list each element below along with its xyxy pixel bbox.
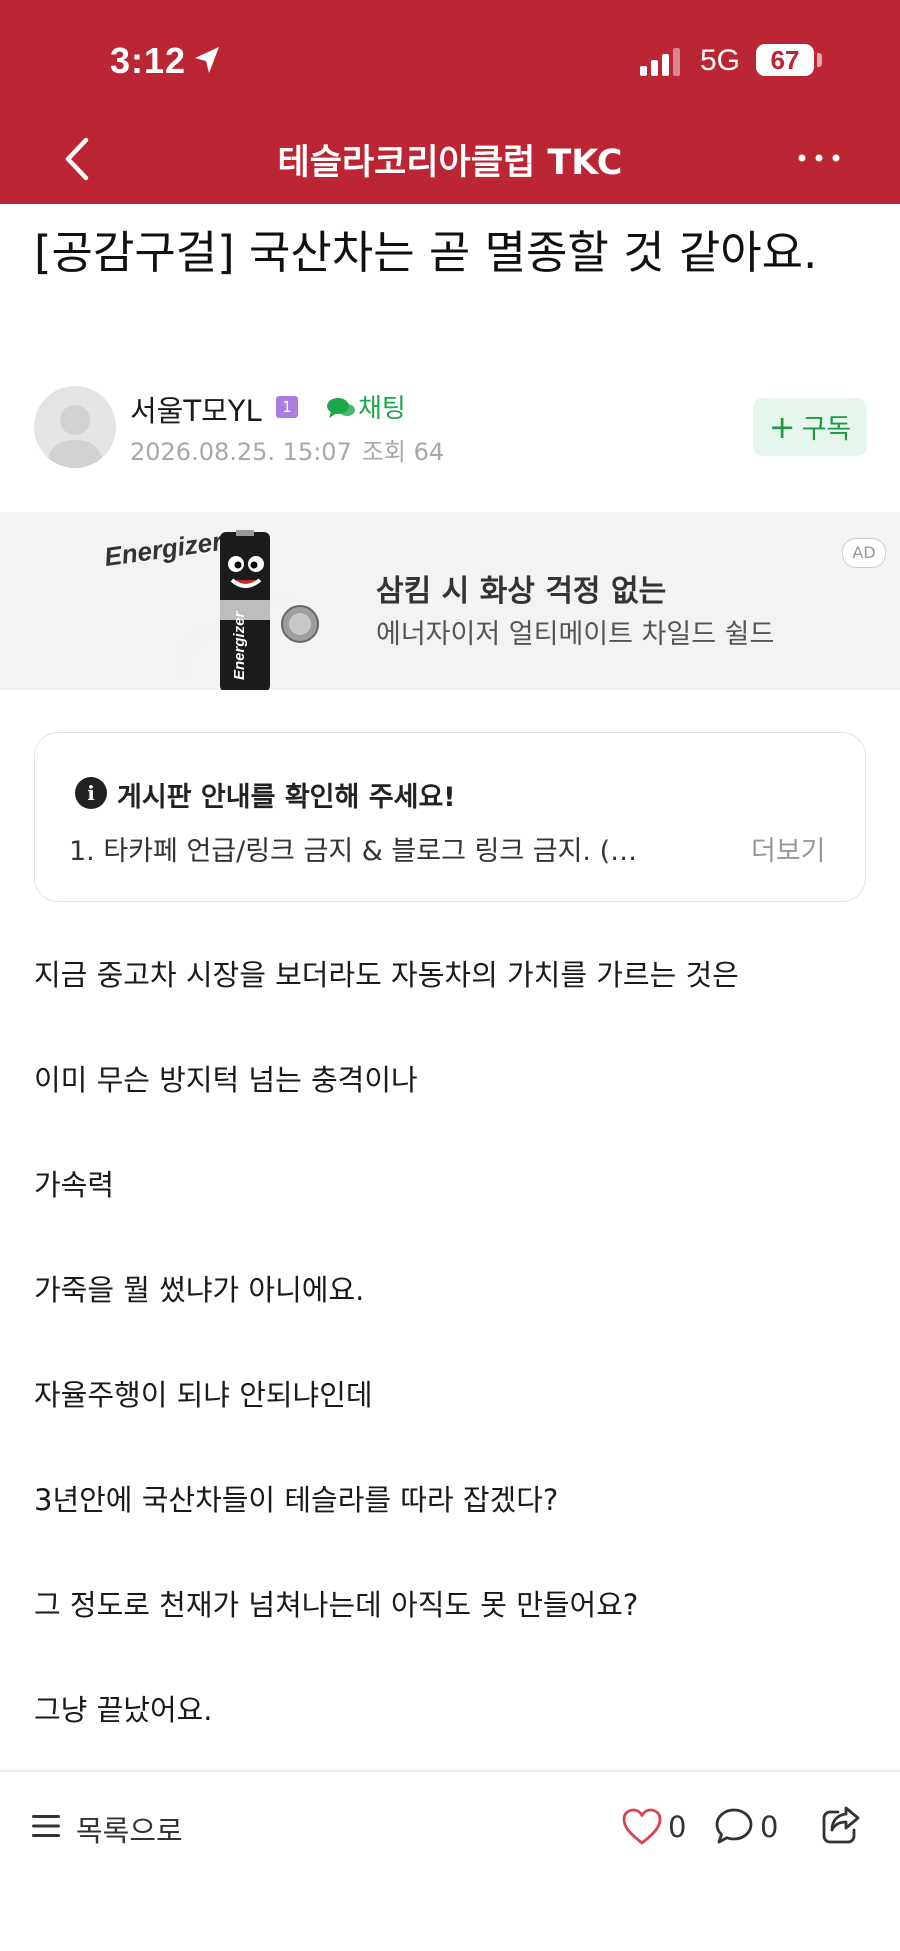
body-paragraph: 그 정도로 천재가 넘쳐나는데 아직도 못 만들어요? bbox=[34, 1588, 639, 1622]
avatar[interactable] bbox=[34, 386, 116, 468]
share-icon[interactable] bbox=[820, 1804, 862, 1846]
back-to-list-button[interactable]: 목록으로 bbox=[76, 1808, 183, 1850]
battery-cap bbox=[817, 53, 822, 67]
view-count: 조회 64 bbox=[361, 438, 445, 466]
notice-more-link[interactable]: 더보기 bbox=[751, 829, 826, 868]
info-icon: i bbox=[75, 777, 107, 809]
chat-label: 채팅 bbox=[358, 394, 406, 424]
post-meta: 2026.08.25. 15:07 조회 64 bbox=[130, 432, 444, 467]
chat-bubble-icon bbox=[327, 398, 355, 418]
body-paragraph: 가죽을 뭘 썼냐가 아니에요. bbox=[34, 1273, 365, 1307]
body-paragraph: 가속력 bbox=[34, 1168, 115, 1202]
battery-mascot-image: Energizer bbox=[176, 530, 319, 690]
subscribe-label: 구독 bbox=[801, 414, 852, 445]
default-avatar-icon bbox=[46, 405, 104, 468]
body-paragraph: 그냥 끝났어요. bbox=[34, 1693, 213, 1727]
subscribe-button[interactable]: + 구독 bbox=[753, 398, 867, 456]
battery-icon: 67 bbox=[756, 44, 814, 76]
notice-title: 게시판 안내를 확인해 주세요! bbox=[117, 782, 456, 813]
notice-text: 1. 타카페 언급/링크 금지 & 블로그 링크 금지. (무통보 … bbox=[69, 836, 639, 867]
ad-subtext: 에너자이저 얼티메이트 차일드 쉴드 bbox=[376, 619, 775, 650]
footer-divider bbox=[0, 1770, 900, 1772]
body-paragraph: 3년안에 국산차들이 테슬라를 따라 잡겠다? bbox=[34, 1483, 559, 1517]
board-notice[interactable]: i 게시판 안내를 확인해 주세요! 1. 타카페 언급/링크 금지 & 블로그… bbox=[34, 732, 866, 902]
member-level-badge: 1 bbox=[276, 396, 298, 418]
status-time: 3:12 bbox=[110, 40, 187, 81]
comment-icon[interactable] bbox=[714, 1806, 754, 1846]
heart-icon[interactable] bbox=[622, 1808, 662, 1846]
ad-tag[interactable]: AD bbox=[842, 538, 886, 568]
location-arrow-icon bbox=[195, 47, 219, 73]
app-header: 3:12 5G 67 테슬라코리아클럽 TKC bbox=[0, 0, 900, 204]
body-paragraph: 지금 중고차 시장을 보더라도 자동차의 가치를 가르는 것은 bbox=[34, 958, 739, 992]
plus-icon: + bbox=[768, 408, 796, 446]
body-paragraph: 이미 무슨 방지턱 넘는 충격이나 bbox=[34, 1063, 418, 1097]
list-menu-icon[interactable] bbox=[32, 1814, 62, 1838]
post-date: 2026.08.25. 15:07 bbox=[130, 438, 352, 466]
chat-button[interactable]: 채팅 bbox=[326, 388, 406, 425]
cellular-signal-icon bbox=[640, 48, 680, 76]
ad-headline: 삼킴 시 화상 걱정 없는 bbox=[376, 574, 667, 609]
author-name[interactable]: 서울T모YL bbox=[130, 388, 262, 430]
more-options-icon[interactable] bbox=[796, 150, 842, 166]
page-title: 테슬라코리아클럽 TKC bbox=[277, 143, 623, 183]
like-count: 0 bbox=[668, 1810, 687, 1844]
svg-text:Energizer: Energizer bbox=[231, 610, 248, 680]
comment-count: 0 bbox=[760, 1810, 779, 1844]
body-paragraph: 자율주행이 되냐 안되냐인데 bbox=[34, 1378, 373, 1412]
network-type: 5G bbox=[700, 44, 741, 77]
post-title: [공감구걸] 국산차는 곧 멸종할 것 같아요. bbox=[34, 226, 818, 279]
